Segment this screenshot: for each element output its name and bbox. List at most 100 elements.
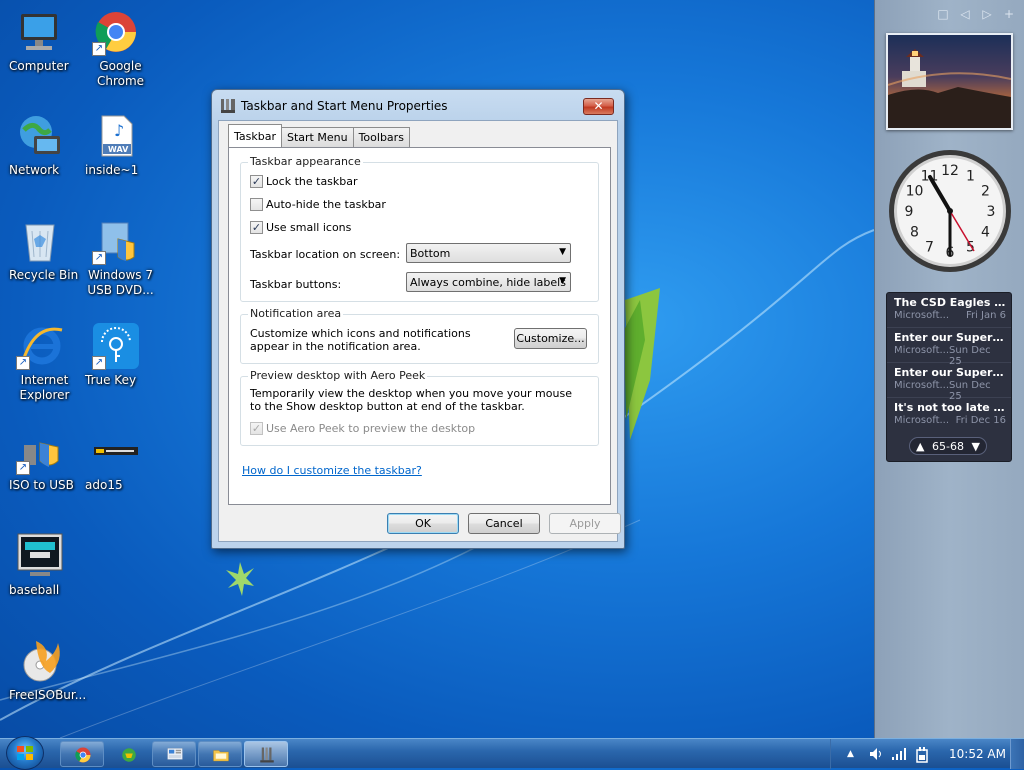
control-panel-icon <box>166 746 184 764</box>
aero-peek-description: Temporarily view the desktop when you mo… <box>250 387 580 413</box>
desktop-icon-ado15[interactable]: ado15 <box>76 427 156 478</box>
lighthouse-photo <box>888 35 1011 128</box>
clock-numeral: 7 <box>925 240 934 256</box>
feed-item[interactable]: Enter our Super Bowl... Microsoft...Sun … <box>887 328 1011 363</box>
wav-badge-label: WAV <box>108 145 128 154</box>
use-small-icons-checkbox[interactable]: ✓ Use small icons <box>250 221 351 234</box>
taskbar-location-select[interactable]: Bottom ▼ <box>406 243 571 263</box>
wav-file-icon: ♪ WAV <box>92 112 140 160</box>
checkbox-box[interactable]: ✓ <box>250 422 263 435</box>
sidebar-controls: □ ◁ ▷ + <box>934 6 1018 22</box>
dialog-title: Taskbar and Start Menu Properties <box>241 99 448 113</box>
true-key-icon: ↗ <box>92 322 140 370</box>
clock-time[interactable]: 10:52 AM <box>949 747 1006 761</box>
tab-start-menu[interactable]: Start Menu <box>281 127 354 147</box>
close-button[interactable]: ✕ <box>583 98 614 115</box>
network-signal-icon[interactable] <box>891 747 907 764</box>
apply-button[interactable]: Apply <box>549 513 621 534</box>
desktop-icon-windows7-usb-dvd[interactable]: ↗ Windows 7 USB DVD... <box>76 217 156 268</box>
feed-item[interactable]: It's not too late to gr... Microsoft...F… <box>887 398 1011 433</box>
taskbar-tab-panel: Taskbar appearance ✓ Lock the taskbar Au… <box>228 147 611 505</box>
network-icon <box>16 112 64 160</box>
sidebar-next-button[interactable]: ▷ <box>978 6 996 22</box>
feed-down-arrow-icon[interactable]: ▼ <box>972 440 980 453</box>
recycle-bin-icon <box>16 217 64 265</box>
customize-button[interactable]: Customize... <box>514 328 587 349</box>
desktop-icon-freeisoburner[interactable]: FreeISOBur... <box>0 637 80 688</box>
sidebar-gallery-button[interactable]: □ <box>934 6 952 22</box>
sidebar-add-gadget-button[interactable]: + <box>1000 6 1018 22</box>
clock-numeral: 10 <box>906 184 924 200</box>
clock-numeral: 5 <box>966 240 975 256</box>
power-icon[interactable] <box>915 747 929 766</box>
help-link[interactable]: How do I customize the taskbar? <box>242 464 422 477</box>
checkbox-box[interactable]: ✓ <box>250 175 263 188</box>
checkbox-box[interactable]: ✓ <box>250 221 263 234</box>
taskbar-item-taskbar-properties[interactable] <box>244 741 288 767</box>
taskbar-item-explorer[interactable] <box>198 741 242 767</box>
usb-dvd-tool-icon: ↗ <box>92 217 140 265</box>
desktop-icon-iso-to-usb[interactable]: ↗ ISO to USB <box>0 427 80 478</box>
desktop-icon-inside-wav[interactable]: ♪ WAV inside~1 <box>76 112 156 163</box>
chrome-icon: ↗ <box>92 8 140 56</box>
desktop-icon-true-key[interactable]: ↗ True Key <box>76 322 156 373</box>
notification-area: ▲ 10:52 AM <box>830 739 1024 769</box>
shortcut-arrow-icon: ↗ <box>16 461 30 475</box>
desktop-icon-computer[interactable]: Computer <box>0 8 80 59</box>
start-button[interactable] <box>6 736 44 770</box>
taskbar-item-control-panel[interactable] <box>152 741 196 767</box>
dialog-title-bar[interactable]: Taskbar and Start Menu Properties ✕ <box>212 90 624 120</box>
feed-item[interactable]: The CSD Eagles win ... Microsoft...Fri J… <box>887 293 1011 328</box>
show-desktop-button[interactable] <box>1010 739 1024 769</box>
shortcut-arrow-icon: ↗ <box>92 356 106 370</box>
taskbar-properties-icon <box>258 746 276 764</box>
auto-hide-taskbar-checkbox[interactable]: Auto-hide the taskbar <box>250 198 386 211</box>
game-icon <box>120 746 138 764</box>
taskbar-item-chrome[interactable] <box>60 741 104 767</box>
tab-toolbars[interactable]: Toolbars <box>353 127 410 147</box>
clock-numeral: 8 <box>910 225 919 241</box>
feed-range: 65-68 <box>932 440 964 453</box>
checkbox-box[interactable] <box>250 198 263 211</box>
show-hidden-icons-button[interactable]: ▲ <box>847 749 854 759</box>
lock-taskbar-checkbox[interactable]: ✓ Lock the taskbar <box>250 175 358 188</box>
internet-explorer-icon: ↗ <box>16 322 64 370</box>
group-title: Preview desktop with Aero Peek <box>248 369 427 382</box>
taskbar-properties-icon <box>221 99 235 113</box>
slideshow-gadget[interactable] <box>886 33 1013 130</box>
computer-icon <box>16 8 64 56</box>
clock-face: 121234567891011 <box>886 147 1014 275</box>
shortcut-arrow-icon: ↗ <box>92 42 106 56</box>
use-aero-peek-checkbox[interactable]: ✓ Use Aero Peek to preview the desktop <box>250 422 475 435</box>
cancel-button[interactable]: Cancel <box>468 513 540 534</box>
baseball-icon <box>16 532 64 580</box>
taskbar-buttons-select[interactable]: Always combine, hide labels ▼ <box>406 272 571 292</box>
taskbar-properties-dialog: Taskbar and Start Menu Properties ✕ Task… <box>211 89 625 549</box>
taskbar-item-game[interactable] <box>106 741 150 767</box>
chevron-down-icon: ▼ <box>559 247 566 257</box>
tab-strip: Taskbar Start Menu Toolbars <box>228 127 409 147</box>
chrome-icon <box>74 746 92 764</box>
ok-button[interactable]: OK <box>387 513 459 534</box>
dialog-client-area: Taskbar Start Menu Toolbars Taskbar appe… <box>218 120 618 542</box>
volume-icon[interactable] <box>869 747 883 764</box>
desktop-icon-recycle-bin[interactable]: Recycle Bin <box>0 217 80 268</box>
notification-area-description: Customize which icons and notifications … <box>250 327 510 353</box>
sidebar-previous-button[interactable]: ◁ <box>956 6 974 22</box>
tab-taskbar[interactable]: Taskbar <box>228 124 282 147</box>
gadget-sidebar: □ ◁ ▷ + 121234567891011 The CSD Eagles <box>874 0 1024 738</box>
feed-up-arrow-icon[interactable]: ▲ <box>916 440 924 453</box>
desktop-icon-network[interactable]: Network <box>0 112 80 163</box>
feed-item[interactable]: Enter our Super Bowl... Microsoft...Sun … <box>887 363 1011 398</box>
taskbar-appearance-group: Taskbar appearance ✓ Lock the taskbar Au… <box>240 162 599 302</box>
desktop-icon-google-chrome[interactable]: ↗ Google Chrome <box>76 8 156 59</box>
windows-logo-icon <box>17 746 33 760</box>
taskbar-location-label: Taskbar location on screen: <box>250 248 400 261</box>
desktop-icon-internet-explorer[interactable]: ↗ Internet Explorer <box>0 322 80 373</box>
clock-numeral: 9 <box>905 204 914 220</box>
explorer-icon <box>212 746 230 764</box>
feed-pager: ▲ 65-68 ▼ <box>909 437 987 455</box>
aero-peek-group: Preview desktop with Aero Peek Temporari… <box>240 376 599 446</box>
clock-gadget[interactable]: 121234567891011 <box>886 147 1014 275</box>
desktop-icon-baseball[interactable]: baseball <box>0 532 80 583</box>
